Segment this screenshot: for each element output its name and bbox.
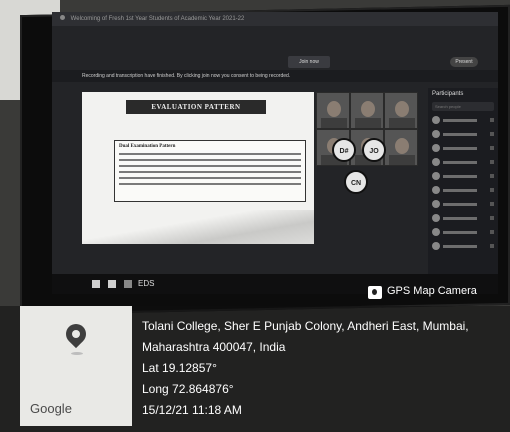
presentation-slide: EVALUATION PATTERN Dual Examination Patt… bbox=[82, 92, 314, 244]
slide-text-box: Dual Examination Pattern bbox=[114, 140, 306, 202]
mic-icon bbox=[490, 118, 494, 122]
video-tile[interactable] bbox=[384, 92, 418, 129]
map-thumbnail: Google bbox=[20, 306, 132, 426]
participant-avatar[interactable]: JO bbox=[362, 138, 386, 162]
latitude: Lat 19.12857° bbox=[142, 361, 217, 375]
participant-row[interactable] bbox=[428, 183, 498, 197]
participant-row[interactable] bbox=[428, 197, 498, 211]
participant-row[interactable] bbox=[428, 169, 498, 183]
participant-row[interactable] bbox=[428, 155, 498, 169]
avatar bbox=[432, 242, 440, 250]
participant-row[interactable] bbox=[428, 239, 498, 253]
address-line-1: Tolani College, Sher E Punjab Colony, An… bbox=[142, 319, 469, 333]
mic-icon bbox=[490, 188, 494, 192]
slide-decoration bbox=[82, 210, 314, 244]
join-now-button[interactable]: Join now bbox=[288, 56, 330, 68]
slide-text-line bbox=[119, 153, 301, 155]
slide-text-line bbox=[119, 171, 301, 173]
mic-icon bbox=[490, 174, 494, 178]
participant-row[interactable] bbox=[428, 127, 498, 141]
avatar bbox=[432, 130, 440, 138]
address-line-2: Maharashtra 400047, India bbox=[142, 340, 286, 354]
window-title: Welcoming of Fresh 1st Year Students of … bbox=[70, 16, 245, 22]
slide-text-line bbox=[119, 183, 301, 185]
participant-row[interactable] bbox=[428, 141, 498, 155]
tab-icon bbox=[60, 15, 65, 20]
participant-avatar[interactable]: CN bbox=[344, 170, 368, 194]
monitor-screen: Welcoming of Fresh 1st Year Students of … bbox=[52, 12, 498, 274]
avatar bbox=[432, 200, 440, 208]
participant-row[interactable] bbox=[428, 211, 498, 225]
participant-avatar[interactable]: D# bbox=[332, 138, 356, 162]
participants-panel: Participants Search people bbox=[428, 88, 498, 274]
avatar bbox=[432, 116, 440, 124]
browser-titlebar: Welcoming of Fresh 1st Year Students of … bbox=[52, 12, 498, 26]
folder-icon[interactable] bbox=[108, 280, 116, 288]
avatar bbox=[432, 214, 440, 222]
mic-icon bbox=[490, 146, 494, 150]
notice-bar: Recording and transcription have finishe… bbox=[52, 70, 498, 82]
participant-row[interactable] bbox=[428, 113, 498, 127]
video-tile[interactable] bbox=[350, 92, 384, 129]
gps-camera-label: GPS Map Camera bbox=[387, 285, 477, 297]
mic-icon bbox=[490, 244, 494, 248]
panel-title: Participants bbox=[432, 91, 464, 97]
camera-icon bbox=[368, 286, 382, 299]
mic-icon bbox=[490, 202, 494, 206]
location-info: Tolani College, Sher E Punjab Colony, An… bbox=[142, 316, 502, 421]
slide-box-title: Dual Examination Pattern bbox=[119, 144, 176, 149]
start-icon[interactable] bbox=[92, 280, 100, 288]
app-badge[interactable]: EDS bbox=[138, 279, 154, 288]
avatar bbox=[432, 158, 440, 166]
video-tile[interactable] bbox=[316, 92, 350, 129]
mic-icon bbox=[490, 230, 494, 234]
pin-shadow bbox=[71, 352, 83, 355]
avatar bbox=[432, 228, 440, 236]
slide-text-line bbox=[119, 177, 301, 179]
slide-text-line bbox=[119, 159, 301, 161]
avatar bbox=[432, 172, 440, 180]
map-pin-icon bbox=[61, 319, 91, 349]
longitude: Long 72.864876° bbox=[142, 382, 234, 396]
avatar bbox=[432, 144, 440, 152]
map-brand: Google bbox=[30, 401, 72, 416]
timestamp: 15/12/21 11:18 AM bbox=[142, 403, 242, 417]
browser-icon[interactable] bbox=[124, 280, 132, 288]
mic-icon bbox=[490, 160, 494, 164]
mic-icon bbox=[490, 216, 494, 220]
slide-text-line bbox=[119, 165, 301, 167]
participant-row[interactable] bbox=[428, 225, 498, 239]
avatar bbox=[432, 186, 440, 194]
photo-scene: Welcoming of Fresh 1st Year Students of … bbox=[0, 0, 510, 432]
mic-icon bbox=[490, 132, 494, 136]
notice-text: Recording and transcription have finishe… bbox=[82, 73, 291, 79]
slide-title: EVALUATION PATTERN bbox=[126, 100, 266, 114]
video-tile[interactable] bbox=[384, 129, 418, 166]
present-button[interactable]: Present bbox=[450, 57, 478, 67]
people-search-input[interactable]: Search people bbox=[432, 102, 494, 111]
